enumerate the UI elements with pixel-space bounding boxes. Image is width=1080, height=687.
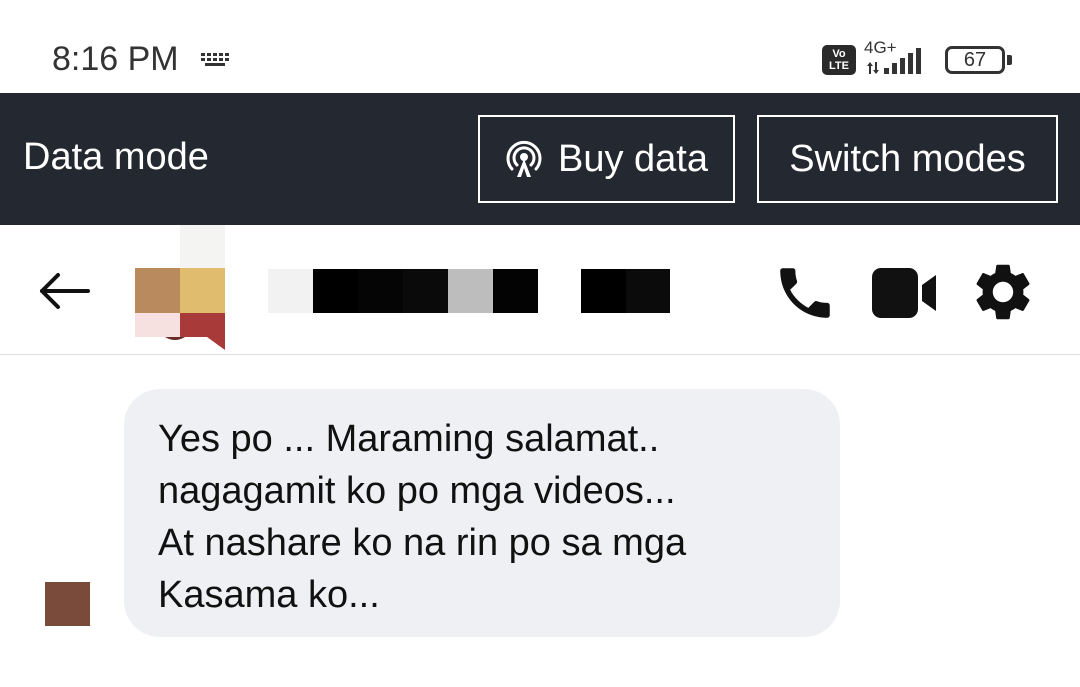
data-mode-label: Data mode	[23, 136, 209, 178]
conversation-header	[0, 225, 1080, 355]
status-bar: 8:16 PM Vo LTE 4G+ 67	[0, 0, 1080, 93]
volte-icon: Vo LTE	[822, 45, 856, 75]
message-thread: Yes po ... Maraming salamat.. nagagamit …	[0, 355, 1080, 687]
message-bubble[interactable]: Yes po ... Maraming salamat.. nagagamit …	[124, 389, 840, 637]
battery-tip	[1007, 55, 1012, 65]
contact-name-redacted	[268, 269, 670, 313]
status-time: 8:16 PM	[52, 40, 179, 78]
gear-icon	[976, 264, 1030, 320]
switch-modes-button[interactable]: Switch modes	[757, 115, 1058, 203]
phone-icon	[780, 268, 830, 318]
sender-avatar[interactable]	[45, 582, 90, 626]
video-camera-icon	[872, 268, 936, 318]
keyboard-icon	[200, 52, 230, 75]
buy-data-button[interactable]: Buy data	[478, 115, 735, 203]
broadcast-icon	[506, 140, 542, 177]
battery-level: 67	[963, 49, 987, 71]
back-button[interactable]	[38, 271, 92, 316]
buy-data-label: Buy data	[558, 137, 708, 180]
battery-icon: 67	[945, 46, 1005, 74]
back-arrow-icon	[40, 273, 90, 309]
data-mode-bar: Data mode Buy data Switch modes	[0, 93, 1080, 225]
message-text: Yes po ... Maraming salamat.. nagagamit …	[158, 418, 687, 616]
switch-modes-label: Switch modes	[789, 137, 1026, 180]
settings-button[interactable]	[969, 258, 1037, 331]
video-call-button[interactable]	[870, 265, 938, 326]
signal-icon	[864, 44, 934, 81]
contact-avatar[interactable]	[135, 225, 225, 350]
call-button[interactable]	[772, 260, 838, 331]
